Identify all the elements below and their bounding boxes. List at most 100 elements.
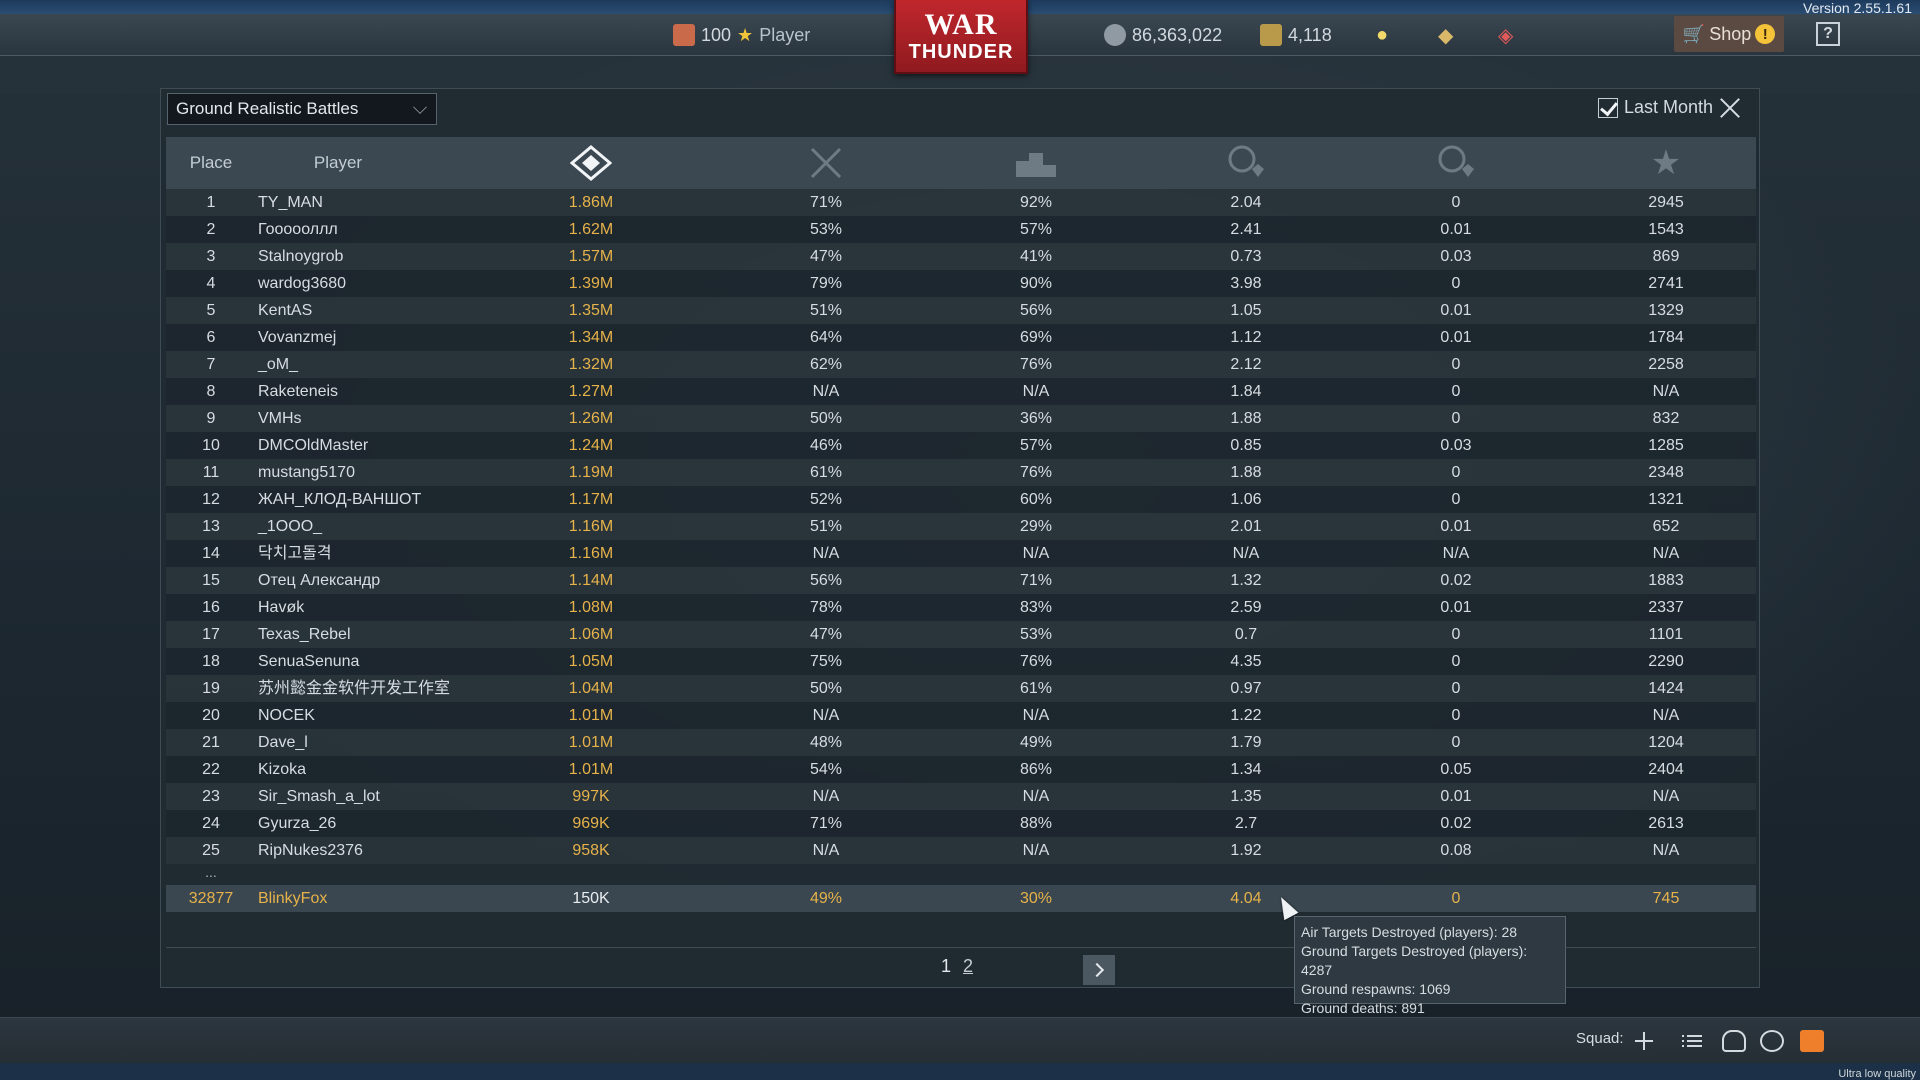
- table-row[interactable]: 2 Гоооооллл 1.62M 53% 57% 2.41 0.01 1543: [166, 216, 1756, 243]
- add-squad-plus-icon[interactable]: [1632, 1030, 1656, 1052]
- alert-icon: !: [1755, 24, 1776, 44]
- current-player-row[interactable]: 32877 BlinkyFox 150K 49% 30% 4.04 0 745: [166, 885, 1756, 912]
- victories-podium-icon[interactable]: [1006, 137, 1066, 189]
- cell-stat-3: 1.88: [1230, 464, 1262, 481]
- table-row[interactable]: 24 Gyurza_26 969K 71% 88% 2.7 0.02 2613: [166, 810, 1756, 837]
- table-row[interactable]: 5 KentAS 1.35M 51% 56% 1.05 0.01 1329: [166, 297, 1756, 324]
- cell-stat-2: 69%: [1019, 329, 1053, 346]
- cell-player: Гоооооллл: [258, 221, 338, 238]
- cell-stat-4: 0: [1451, 275, 1461, 292]
- help-button[interactable]: ?: [1816, 22, 1840, 46]
- cell-rating: 1.24M: [568, 437, 614, 454]
- cell-player: TY_MAN: [258, 194, 323, 211]
- cell-stat-5: 1329: [1648, 302, 1684, 319]
- contacts-list-icon[interactable]: [1680, 1030, 1704, 1052]
- table-row[interactable]: 7 _oM_ 1.32M 62% 76% 2.12 0 2258: [166, 351, 1756, 378]
- last-month-label: Last Month: [1623, 97, 1713, 117]
- lightbulb-icon: ●: [1376, 23, 1389, 46]
- cell-stat-4: 0.03: [1440, 437, 1472, 454]
- next-page-button[interactable]: [1083, 955, 1115, 985]
- cell-stat-4: 0.02: [1440, 572, 1472, 589]
- table-row[interactable]: 10 DMCOldMaster 1.24M 46% 57% 0.85 0.03 1285: [166, 432, 1756, 459]
- player-avatar-icon: [673, 24, 695, 46]
- table-row[interactable]: 15 Отец Александр 1.14M 56% 71% 1.32 0.02 1883: [166, 567, 1756, 594]
- cell-place: 22: [202, 761, 220, 778]
- cell-stat-4: 0: [1451, 410, 1461, 427]
- efficiency-icon[interactable]: [561, 137, 621, 189]
- table-row[interactable]: 13 _1OOO_ 1.16M 51% 29% 2.01 0.01 652: [166, 513, 1756, 540]
- cell-place: 11: [202, 464, 220, 481]
- friends-icon[interactable]: [1722, 1030, 1746, 1052]
- table-row[interactable]: 25 RipNukes2376 958K N/A N/A 1.92 0.08 N/A: [166, 837, 1756, 864]
- cell-stat-3: 1.22: [1230, 707, 1262, 724]
- hint-button[interactable]: ●: [1376, 14, 1388, 56]
- cell-stat-2: 86%: [1019, 761, 1053, 778]
- cell-stat-3: 1.05: [1230, 302, 1262, 319]
- coupon-button[interactable]: ◈: [1498, 14, 1513, 56]
- rank-star-icon: ★: [737, 24, 754, 45]
- shop-button[interactable]: 🛒 Shop !: [1674, 16, 1784, 52]
- cell-rating: 1.04M: [568, 680, 614, 697]
- cell-stat-2: 83%: [1019, 599, 1053, 616]
- kills-per-death-icon[interactable]: [1216, 137, 1276, 189]
- cell-stat-4: 0.01: [1440, 518, 1472, 535]
- table-row[interactable]: 23 Sir_Smash_a_lot 997K N/A N/A 1.35 0.01 N/A: [166, 783, 1756, 810]
- player-label: Player: [759, 24, 811, 45]
- cell-stat-2: N/A: [1022, 707, 1050, 724]
- air-kills-per-death-icon[interactable]: [1426, 137, 1486, 189]
- kills-crossed-swords-icon[interactable]: [796, 137, 856, 189]
- table-row[interactable]: 20 NOCEK 1.01M N/A N/A 1.22 0 N/A: [166, 702, 1756, 729]
- cell-place: 20: [202, 707, 220, 724]
- cell-rating: 1.14M: [568, 572, 614, 589]
- mode-dropdown[interactable]: Ground Realistic Battles: [167, 93, 437, 125]
- bottom-strip: Ultra low quality: [0, 1063, 1920, 1080]
- chat-bubble-icon[interactable]: [1760, 1030, 1784, 1052]
- cell-stat-5: 2337: [1648, 599, 1684, 616]
- table-row[interactable]: 14 닥치고돌격 1.16M N/A N/A N/A N/A N/A: [166, 540, 1756, 567]
- cell-stat-4: 0.01: [1440, 788, 1472, 805]
- cell-stat-5: 1285: [1648, 437, 1684, 454]
- table-row[interactable]: 21 Dave_l 1.01M 48% 49% 1.79 0 1204: [166, 729, 1756, 756]
- table-row[interactable]: 6 Vovanzmej 1.34M 64% 69% 1.12 0.01 1784: [166, 324, 1756, 351]
- table-row[interactable]: 8 Raketeneis 1.27M N/A N/A 1.84 0 N/A: [166, 378, 1756, 405]
- table-row[interactable]: 17 Texas_Rebel 1.06M 47% 53% 0.7 0 1101: [166, 621, 1756, 648]
- close-icon[interactable]: [1719, 97, 1741, 119]
- cell-place: 32877: [188, 890, 234, 907]
- score-star-icon[interactable]: ★: [1636, 137, 1696, 189]
- cell-rating: 1.34M: [568, 329, 614, 346]
- cell-stat-1: 47%: [809, 248, 843, 265]
- checkbox-checked-icon[interactable]: [1597, 97, 1618, 118]
- cell-stat-5: 2945: [1648, 194, 1684, 211]
- page-2-link[interactable]: 2: [963, 956, 973, 977]
- table-row[interactable]: 1 TY_MAN 1.86M 71% 92% 2.04 0 2945: [166, 189, 1756, 216]
- cell-stat-3: 2.41: [1230, 221, 1262, 238]
- column-header-place[interactable]: Place: [166, 137, 256, 189]
- table-row[interactable]: 11 mustang5170 1.19M 61% 76% 1.88 0 2348: [166, 459, 1756, 486]
- table-row[interactable]: 18 SenuaSenuna 1.05M 75% 76% 4.35 0 2290: [166, 648, 1756, 675]
- table-row[interactable]: 22 Kizoka 1.01M 54% 86% 1.34 0.05 2404: [166, 756, 1756, 783]
- cell-stat-3: 3.98: [1230, 275, 1262, 292]
- golden-eagles[interactable]: 4,118: [1260, 14, 1332, 56]
- mail-icon[interactable]: [1800, 1030, 1824, 1052]
- last-month-toggle[interactable]: Last Month: [1597, 97, 1713, 118]
- cell-rating: 1.16M: [568, 518, 614, 535]
- silver-lions[interactable]: 86,363,022: [1104, 14, 1222, 56]
- cell-place: 18: [202, 653, 220, 670]
- table-row[interactable]: 4 wardog3680 1.39M 79% 90% 3.98 0 2741: [166, 270, 1756, 297]
- cell-player: DMCOldMaster: [258, 437, 369, 454]
- premium-button[interactable]: ◆: [1438, 14, 1453, 56]
- table-row[interactable]: 19 苏州懿金金软件开发工作室 1.04M 50% 61% 0.97 0 1424: [166, 675, 1756, 702]
- cell-player: KentAS: [258, 302, 313, 319]
- player-rank[interactable]: 100 ★ Player: [673, 14, 810, 56]
- squad-label: Squad:: [1576, 1030, 1624, 1047]
- cell-stat-1: 50%: [809, 410, 843, 427]
- tooltip-line: Ground respawns: 1069: [1301, 981, 1451, 997]
- cell-stat-1: 61%: [809, 464, 843, 481]
- table-row[interactable]: 3 Stalnoygrob 1.57M 47% 41% 0.73 0.03 869: [166, 243, 1756, 270]
- page-1-link[interactable]: 1: [941, 956, 951, 977]
- table-row[interactable]: 16 Havøk 1.08M 78% 83% 2.59 0.01 2337: [166, 594, 1756, 621]
- cell-place: 3: [206, 248, 216, 265]
- table-row[interactable]: 12 ЖАН_КЛОД-ВАНШОТ 1.17M 52% 60% 1.06 0 1321: [166, 486, 1756, 513]
- column-header-player[interactable]: Player: [258, 137, 418, 189]
- table-row[interactable]: 9 VMHs 1.26M 50% 36% 1.88 0 832: [166, 405, 1756, 432]
